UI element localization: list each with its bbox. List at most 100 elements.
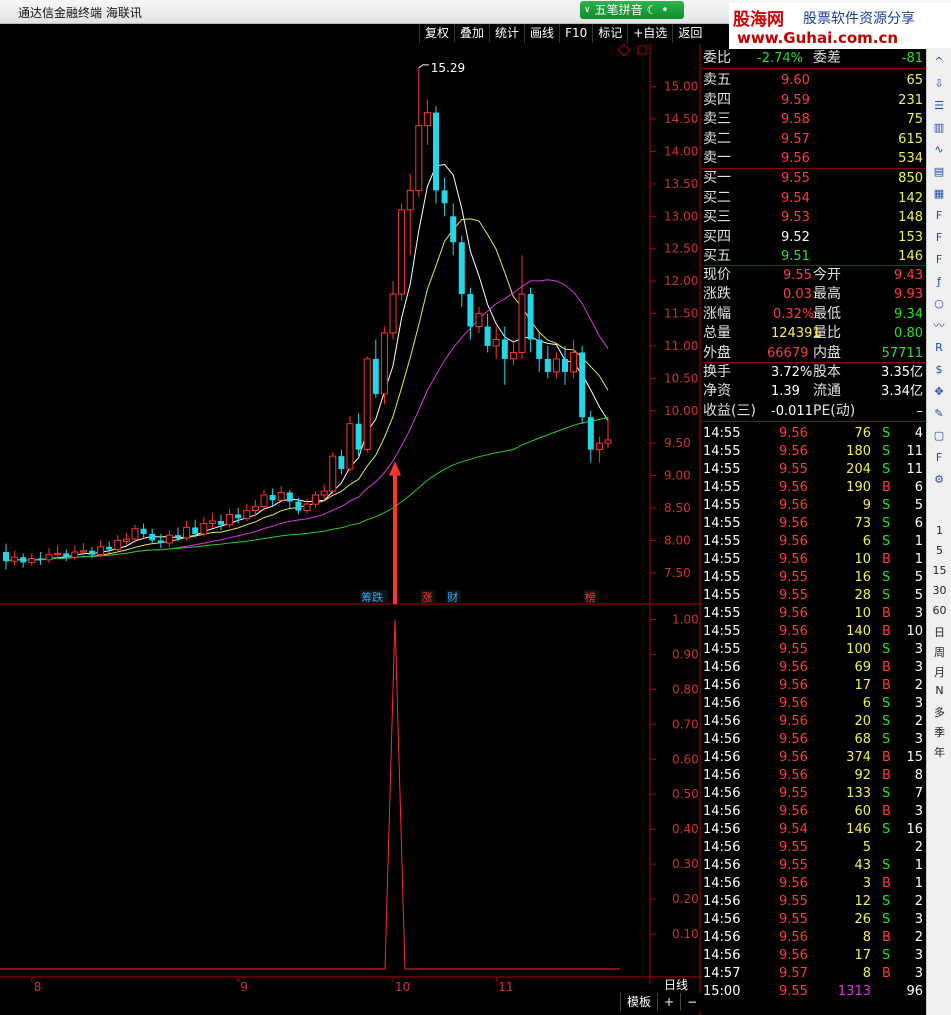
period-button-3[interactable]: 30 (927, 584, 951, 597)
period-button-0[interactable]: 1 (927, 524, 951, 537)
tick-row[interactable]: 14:55 9.56 73 S 6 (701, 514, 925, 533)
diamond-icon[interactable] (617, 44, 631, 57)
add-tab-button[interactable]: + (657, 993, 680, 1011)
tick-row[interactable]: 14:56 9.56 8 B 2 (701, 928, 925, 947)
fx-icon[interactable]: ƒ (930, 274, 948, 290)
tick-row[interactable]: 14:56 9.56 17 B 2 (701, 676, 925, 695)
tick-row[interactable]: 14:55 9.55 16 S 5 (701, 568, 925, 587)
toolbar-fuquan-button[interactable]: 复权 (419, 24, 454, 43)
tick-row[interactable]: 15:00 9.55 1313 96 (701, 982, 925, 1001)
bid-row[interactable]: 买二 9.54 142 (701, 189, 925, 208)
period-button-11[interactable]: 年 (927, 744, 951, 760)
chevron-up-icon[interactable]: ^ (930, 54, 948, 70)
chart-icon[interactable]: ▤ (930, 164, 948, 180)
square-icon[interactable] (637, 45, 647, 55)
list-icon[interactable]: ☰ (930, 98, 948, 114)
fund-row[interactable]: 收益(三) -0.011 PE(动) – (701, 402, 925, 421)
period-button-5[interactable]: 日 (927, 624, 951, 640)
period-button-7[interactable]: 月 (927, 664, 951, 680)
arrow-down-icon[interactable]: ⇩ (930, 76, 948, 92)
tick-row[interactable]: 14:57 9.57 8 B 3 (701, 964, 925, 983)
period-button-6[interactable]: 周 (927, 644, 951, 660)
remove-tab-button[interactable]: − (680, 993, 703, 1011)
kline-chart[interactable]: 15.00 14.50 14.00 13.50 13.00 12.50 12.00 11.50… (0, 44, 701, 1015)
ask-row[interactable]: 卖一 9.56 534 (701, 149, 925, 168)
tick-row[interactable]: 14:56 9.55 133 S 7 (701, 784, 925, 803)
tick-row[interactable]: 14:56 9.56 92 B 8 (701, 766, 925, 785)
pencil-icon[interactable]: ✎ (930, 406, 948, 422)
tick-row[interactable]: 14:55 9.56 190 B 6 (701, 478, 925, 497)
tick-row[interactable]: 14:55 9.56 6 S 1 (701, 532, 925, 551)
stat-row[interactable]: 总量 0.80 量比 124391 (701, 324, 925, 343)
tick-row[interactable]: 14:56 9.56 3 B 1 (701, 874, 925, 893)
ask-row[interactable]: 卖三 9.58 75 (701, 110, 925, 129)
tick-row[interactable]: 14:56 9.55 43 S 1 (701, 856, 925, 875)
kline-icon[interactable]: ▥ (930, 120, 948, 136)
f10-icon[interactable]: F (930, 208, 948, 224)
event-tag[interactable]: 涨 (421, 591, 432, 604)
bid-row[interactable]: 买三 9.53 148 (701, 208, 925, 227)
tick-row[interactable]: 14:56 9.56 69 B 3 (701, 658, 925, 677)
tick-row[interactable]: 14:55 9.55 100 S 3 (701, 640, 925, 659)
box-icon[interactable]: ▢ (930, 428, 948, 444)
period-button-2[interactable]: 15 (927, 564, 951, 577)
ask-row[interactable]: 卖二 9.57 615 (701, 130, 925, 149)
event-tag[interactable]: 榜 (585, 590, 596, 604)
tick-row[interactable]: 14:55 9.56 9 S 5 (701, 496, 925, 515)
event-tag[interactable]: 财 (447, 590, 458, 604)
toolbar-mark-button[interactable]: 标记 (592, 24, 627, 43)
event-tag[interactable]: 筹跌 (361, 590, 383, 604)
toolbar-f10-button[interactable]: F10 (559, 24, 592, 43)
tick-row[interactable]: 14:56 9.56 6 S 3 (701, 694, 925, 713)
period-label[interactable]: 日线 (664, 978, 688, 992)
curve-icon[interactable]: 〰 (930, 318, 948, 334)
tick-row[interactable]: 14:56 9.55 5 2 (701, 838, 925, 857)
tick-row[interactable]: 14:55 9.56 76 S 4 (701, 424, 925, 443)
fs-icon[interactable]: F (930, 450, 948, 466)
stat-row[interactable]: 涨幅 9.34 最低 0.32% (701, 305, 925, 324)
f-icon[interactable]: F (930, 230, 948, 246)
period-button-8[interactable]: N (927, 684, 951, 697)
tick-row[interactable]: 14:56 9.54 146 S 16 (701, 820, 925, 839)
period-button-1[interactable]: 5 (927, 544, 951, 557)
period-button-4[interactable]: 60 (927, 604, 951, 617)
period-button-9[interactable]: 多 (927, 704, 951, 720)
toolbar-stats-button[interactable]: 统计 (489, 24, 524, 43)
template-tab[interactable]: 模板 (620, 993, 657, 1011)
bid-row[interactable]: 买四 9.52 153 (701, 228, 925, 247)
ime-indicator[interactable]: ∨ 五笔拼音 ☾ • (580, 1, 684, 19)
toolbar-back-button[interactable]: 返回 (672, 24, 707, 43)
ask-row[interactable]: 卖五 9.60 65 (701, 71, 925, 90)
tick-row[interactable]: 14:56 9.56 68 S 3 (701, 730, 925, 749)
toolbar-draw-button[interactable]: 画线 (524, 24, 559, 43)
tick-row[interactable]: 14:56 9.55 26 S 3 (701, 910, 925, 929)
f2-icon[interactable]: F (930, 252, 948, 268)
tick-row[interactable]: 14:56 9.56 60 B 3 (701, 802, 925, 821)
table-icon[interactable]: ▦ (930, 186, 948, 202)
tick-row[interactable]: 14:55 9.55 204 S 11 (701, 460, 925, 479)
s-icon[interactable]: $ (930, 362, 948, 378)
period-button-10[interactable]: 季 (927, 724, 951, 740)
ask-row[interactable]: 卖四 9.59 231 (701, 91, 925, 110)
gear-icon[interactable]: ⚙ (930, 472, 948, 488)
fenshi-icon[interactable]: ∿ (930, 142, 948, 158)
tick-row[interactable]: 14:55 9.56 140 B 10 (701, 622, 925, 641)
bid-row[interactable]: 买五 9.51 146 (701, 247, 925, 266)
fund-row[interactable]: 净资 1.39 流通 3.34亿 (701, 382, 925, 401)
weibi-row[interactable]: 委比 -2.74% 委差 -81 (701, 49, 925, 68)
stat-row[interactable]: 现价 9.43 今开 9.55 (701, 266, 925, 285)
toolbar-overlay-button[interactable]: 叠加 (454, 24, 489, 43)
stat-row[interactable]: 外盘 57711 内盘 66679 (701, 344, 925, 363)
tick-row[interactable]: 14:55 9.56 10 B 3 (701, 604, 925, 623)
toolbar-add-watchlist-button[interactable]: +自选 (627, 24, 672, 43)
circle-icon[interactable]: ○ (930, 296, 948, 312)
tick-row[interactable]: 14:55 9.56 10 B 1 (701, 550, 925, 569)
bid-row[interactable]: 买一 9.55 850 (701, 169, 925, 188)
tick-row[interactable]: 14:55 9.56 180 S 11 (701, 442, 925, 461)
tick-row[interactable]: 14:56 9.56 374 B 15 (701, 748, 925, 767)
move-icon[interactable]: ✥ (930, 384, 948, 400)
rsi-icon[interactable]: R (930, 340, 948, 356)
tick-row[interactable]: 14:56 9.56 20 S 2 (701, 712, 925, 731)
tick-row[interactable]: 14:56 9.56 17 S 3 (701, 946, 925, 965)
tick-row[interactable]: 14:56 9.55 12 S 2 (701, 892, 925, 911)
